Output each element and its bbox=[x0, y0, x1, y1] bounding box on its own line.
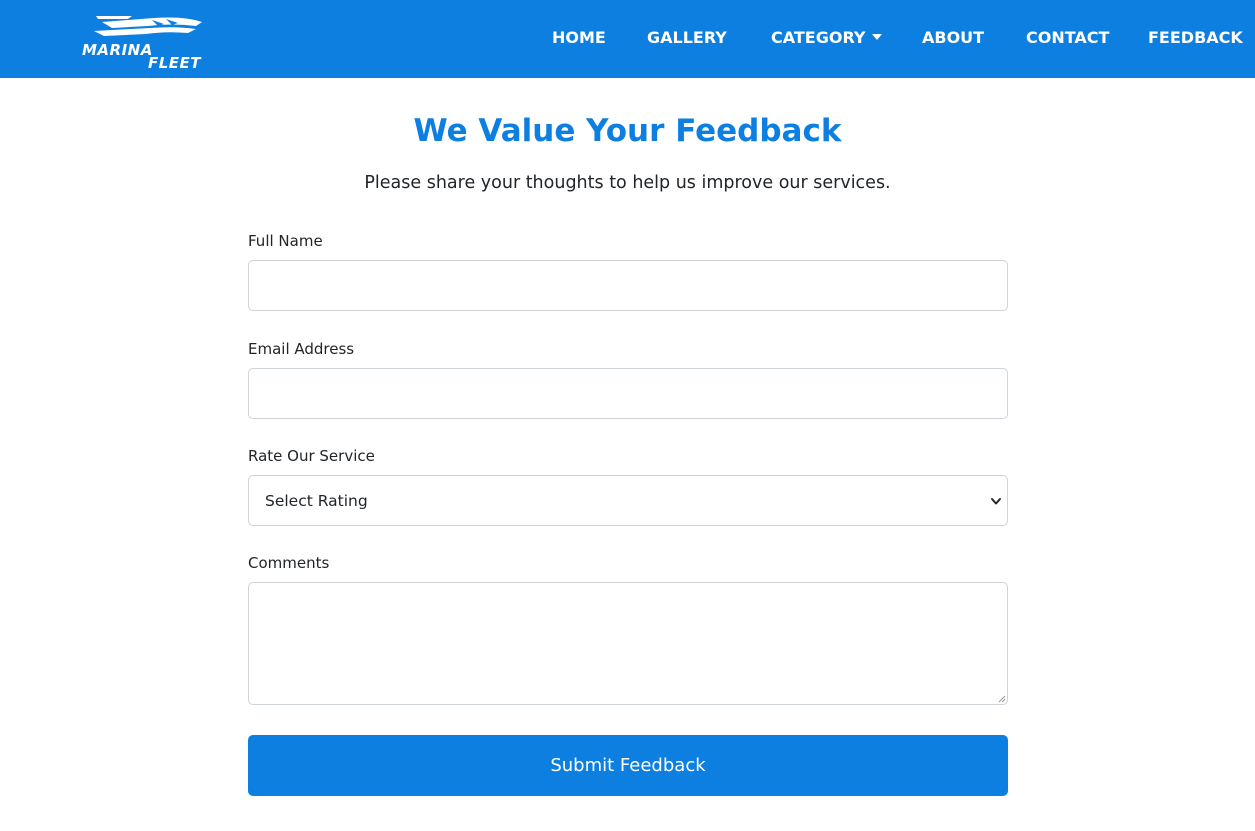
nav-category-label: CATEGORY bbox=[771, 28, 866, 47]
page-title: We Value Your Feedback bbox=[413, 113, 842, 149]
rating-select-value: Select Rating bbox=[265, 492, 368, 510]
rating-label: Rate Our Service bbox=[248, 447, 375, 465]
page-subtitle: Please share your thoughts to help us im… bbox=[364, 173, 891, 193]
nav-feedback[interactable]: FEEDBACK bbox=[1148, 27, 1243, 49]
comments-textarea[interactable] bbox=[248, 582, 1008, 705]
chevron-down-icon bbox=[991, 498, 1001, 505]
nav-about[interactable]: ABOUT bbox=[922, 27, 984, 49]
nav-gallery[interactable]: GALLERY bbox=[647, 27, 727, 49]
navbar: MARINA FLEET HOME GALLERY CATEGORY ABOUT… bbox=[0, 0, 1255, 78]
nav-category[interactable]: CATEGORY bbox=[771, 27, 882, 49]
brand-line-1: MARINA bbox=[82, 41, 153, 59]
brand-line-2: FLEET bbox=[148, 54, 202, 72]
resize-grip-icon[interactable] bbox=[998, 695, 1006, 703]
full-name-label: Full Name bbox=[248, 232, 323, 250]
brand-logo[interactable]: MARINA FLEET bbox=[82, 12, 206, 72]
comments-label: Comments bbox=[248, 554, 330, 572]
rating-select[interactable]: Select Rating bbox=[248, 475, 1008, 526]
boat-logo-icon bbox=[94, 16, 202, 36]
email-input[interactable] bbox=[248, 368, 1008, 419]
nav-home[interactable]: HOME bbox=[552, 27, 606, 49]
nav-contact[interactable]: CONTACT bbox=[1026, 27, 1109, 49]
submit-feedback-button[interactable]: Submit Feedback bbox=[248, 735, 1008, 796]
full-name-input[interactable] bbox=[248, 260, 1008, 311]
caret-down-icon bbox=[871, 34, 882, 40]
email-label: Email Address bbox=[248, 340, 355, 358]
